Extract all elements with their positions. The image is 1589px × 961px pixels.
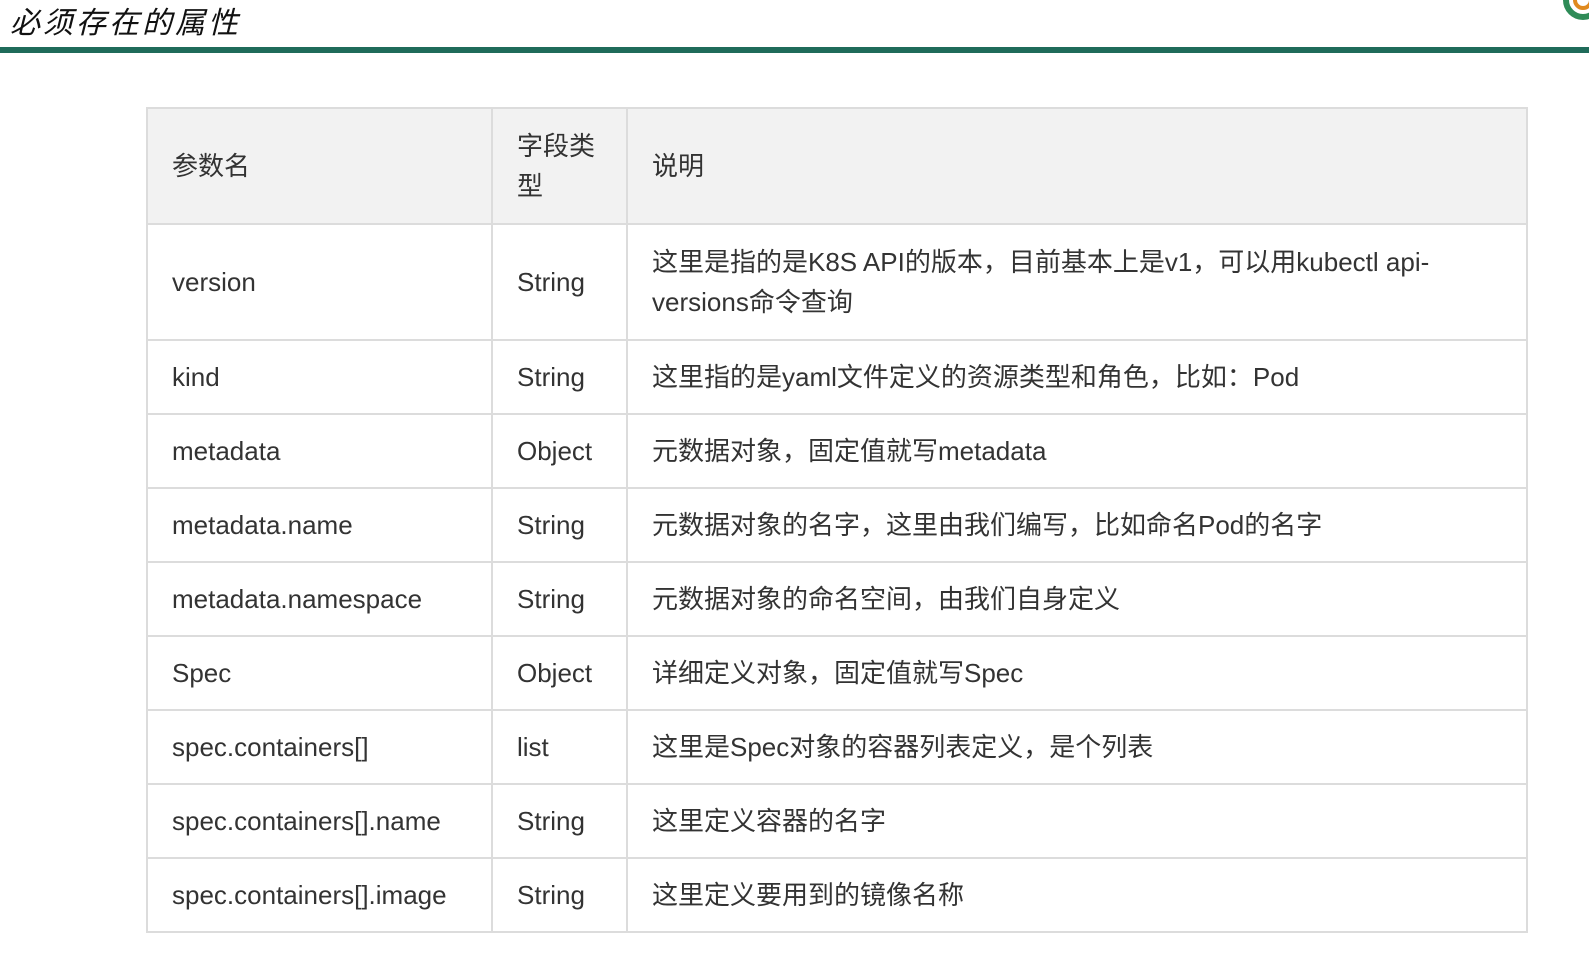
table-row: spec.containers[].name String 这里定义容器的名字 (146, 783, 1528, 859)
title-divider (0, 47, 1589, 53)
header-row: 参数名 字段类型 说明 (146, 107, 1528, 225)
params-table-container: 参数名 字段类型 说明 version String 这里是指的是K8S API… (146, 107, 1528, 933)
cell-description: 这里是指的是K8S API的版本，目前基本上是v1，可以用kubectl api… (626, 223, 1528, 341)
params-table: 参数名 字段类型 说明 version String 这里是指的是K8S API… (146, 107, 1528, 933)
cell-description: 这里定义容器的名字 (626, 783, 1528, 859)
cell-field-type: String (491, 339, 628, 415)
cell-field-type: Object (491, 413, 628, 489)
header-param-name: 参数名 (146, 107, 493, 225)
table-header: 参数名 字段类型 说明 (146, 107, 1528, 225)
header-description: 说明 (626, 107, 1528, 225)
cell-param-name: Spec (146, 635, 493, 711)
table-row: metadata.name String 元数据对象的名字，这里由我们编写，比如… (146, 487, 1528, 563)
cell-param-name: version (146, 223, 493, 341)
cell-description: 这里定义要用到的镜像名称 (626, 857, 1528, 933)
circle-logo-icon (1563, 0, 1589, 20)
cell-field-type: String (491, 857, 628, 933)
cell-description: 详细定义对象，固定值就写Spec (626, 635, 1528, 711)
cell-param-name: metadata.namespace (146, 561, 493, 637)
cell-description: 元数据对象的命名空间，由我们自身定义 (626, 561, 1528, 637)
cell-field-type: String (491, 561, 628, 637)
cell-description: 这里指的是yaml文件定义的资源类型和角色，比如：Pod (626, 339, 1528, 415)
cell-field-type: String (491, 783, 628, 859)
table-row: kind String 这里指的是yaml文件定义的资源类型和角色，比如：Pod (146, 339, 1528, 415)
cell-param-name: kind (146, 339, 493, 415)
cell-field-type: String (491, 223, 628, 341)
table-row: metadata.namespace String 元数据对象的命名空间，由我们… (146, 561, 1528, 637)
cell-description: 这里是Spec对象的容器列表定义，是个列表 (626, 709, 1528, 785)
cell-field-type: list (491, 709, 628, 785)
table-row: spec.containers[] list 这里是Spec对象的容器列表定义，… (146, 709, 1528, 785)
cell-description: 元数据对象的名字，这里由我们编写，比如命名Pod的名字 (626, 487, 1528, 563)
slide-page: 必须存在的属性 参数名 字段类型 说明 version String 这里是指的… (0, 0, 1589, 961)
table-body: version String 这里是指的是K8S API的版本，目前基本上是v1… (146, 223, 1528, 933)
cell-field-type: Object (491, 635, 628, 711)
page-title: 必须存在的属性 (10, 6, 241, 41)
cell-param-name: spec.containers[] (146, 709, 493, 785)
cell-param-name: spec.containers[].name (146, 783, 493, 859)
table-row: version String 这里是指的是K8S API的版本，目前基本上是v1… (146, 223, 1528, 341)
table-row: spec.containers[].image String 这里定义要用到的镜… (146, 857, 1528, 933)
cell-param-name: metadata.name (146, 487, 493, 563)
table-row: Spec Object 详细定义对象，固定值就写Spec (146, 635, 1528, 711)
cell-param-name: metadata (146, 413, 493, 489)
header-field-type: 字段类型 (491, 107, 628, 225)
slide-header: 必须存在的属性 (0, 0, 1589, 48)
table-row: metadata Object 元数据对象，固定值就写metadata (146, 413, 1528, 489)
cell-description: 元数据对象，固定值就写metadata (626, 413, 1528, 489)
cell-param-name: spec.containers[].image (146, 857, 493, 933)
cell-field-type: String (491, 487, 628, 563)
